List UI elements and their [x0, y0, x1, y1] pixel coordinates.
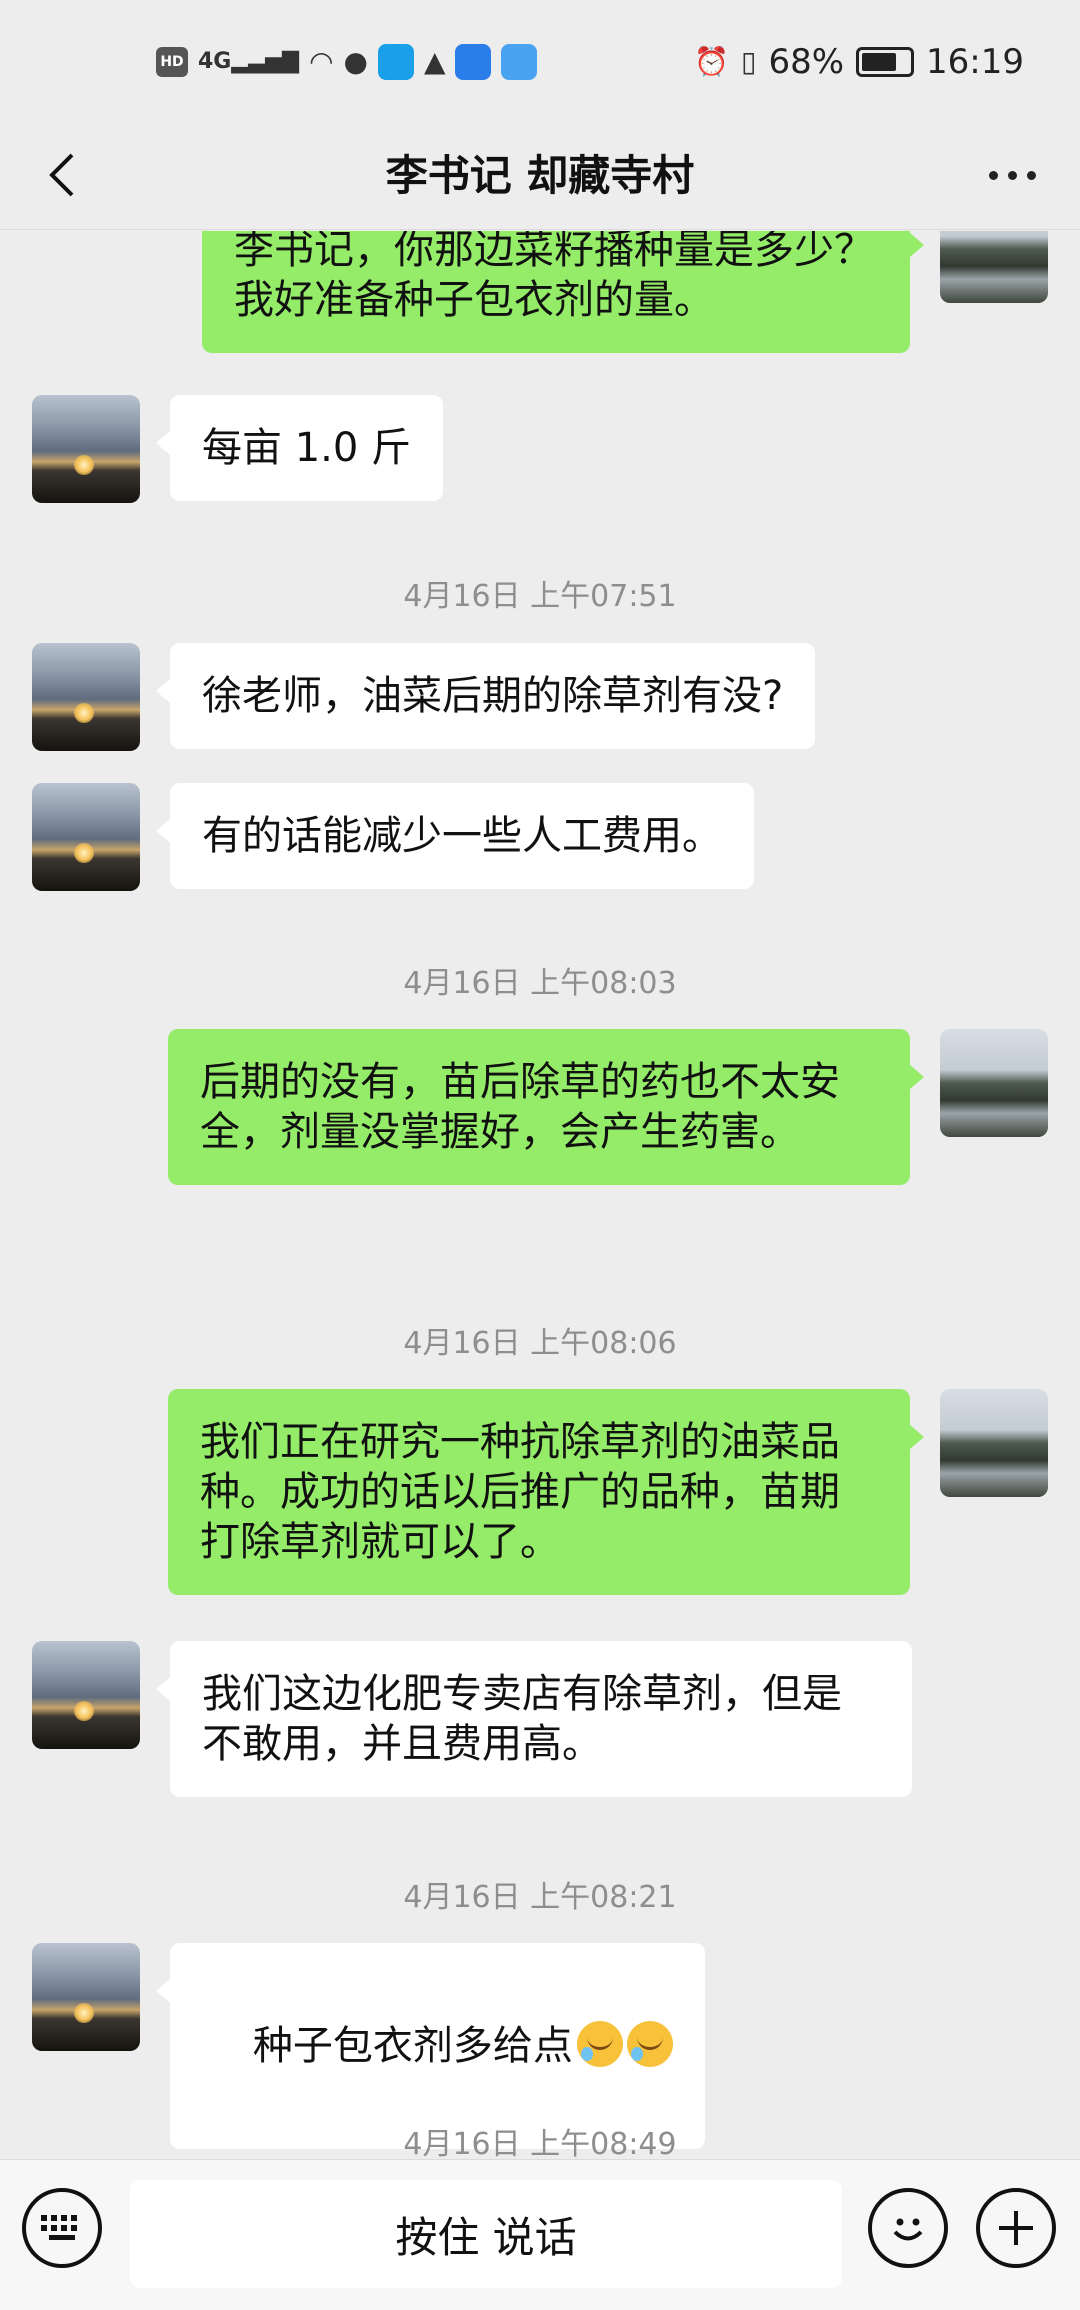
- laugh-cry-emoji-icon: [626, 2021, 673, 2067]
- qq-icon: ▲: [423, 45, 446, 78]
- keyboard-toggle-button[interactable]: [22, 2188, 102, 2268]
- timestamp: 4月16日 上午07:51: [403, 579, 677, 614]
- hold-to-talk-button[interactable]: 按住 说话: [130, 2180, 842, 2288]
- weather-app-icon: [455, 44, 492, 80]
- timestamp: 4月16日 上午08:06: [403, 1326, 677, 1361]
- battery-icon: [856, 47, 915, 77]
- vibrate-icon: ▯: [741, 45, 757, 78]
- wifi-icon: ◠: [309, 45, 334, 78]
- status-right-icons: ⏰ ▯ 68% 16:19: [694, 40, 1024, 84]
- input-bar: 按住 说话: [0, 2159, 1080, 2310]
- emoji-button[interactable]: [868, 2188, 948, 2268]
- message-list[interactable]: 李书记，你那边菜籽播种量是多少？我好准备种子包衣剂的量。 每亩 1.0 斤 4月…: [0, 231, 1080, 2159]
- message-text: 种子包衣剂多给点: [252, 2023, 573, 2069]
- alarm-icon: ⏰: [694, 45, 730, 78]
- contact-avatar[interactable]: [32, 1943, 140, 2051]
- more-options-button[interactable]: [980, 150, 1044, 200]
- keyboard-icon: [41, 2215, 77, 2240]
- cloud-app-icon: [501, 44, 538, 80]
- contact-avatar[interactable]: [32, 395, 140, 503]
- message-incoming[interactable]: 我们这边化肥专卖店有除草剂，但是不敢用，并且费用高。: [156, 1641, 912, 1797]
- message-outgoing[interactable]: 李书记，你那边菜籽播种量是多少？我好准备种子包衣剂的量。: [202, 231, 924, 353]
- search-app-icon: [377, 44, 414, 80]
- cellular-signal-icon: 4G▂▃▅▇: [198, 49, 300, 74]
- timestamp: 4月16日 上午08:21: [403, 1880, 677, 1915]
- status-left-icons: HD 4G▂▃▅▇ ◠ ● ▲: [156, 40, 538, 84]
- timestamp: 4月16日 上午08:49: [403, 2127, 677, 2159]
- contact-avatar[interactable]: [32, 783, 140, 891]
- my-avatar[interactable]: [940, 231, 1048, 303]
- timestamp: 4月16日 上午08:03: [403, 966, 677, 1001]
- clock: 16:19: [926, 42, 1024, 82]
- smiley-icon: [893, 2218, 923, 2241]
- status-bar: HD 4G▂▃▅▇ ◠ ● ▲ ⏰ ▯ 68% 16:19: [0, 0, 1080, 120]
- chat-title: 李书记 却藏寺村: [385, 151, 695, 200]
- chat-header: 李书记 却藏寺村: [0, 120, 1080, 230]
- contact-avatar[interactable]: [32, 1641, 140, 1749]
- message-outgoing[interactable]: 我们正在研究一种抗除草剂的油菜品种。成功的话以后推广的品种，苗期打除草剂就可以了…: [168, 1389, 924, 1595]
- laugh-cry-emoji-icon: [576, 2021, 623, 2067]
- contact-avatar[interactable]: [32, 643, 140, 751]
- hd-icon: HD: [156, 47, 188, 77]
- my-avatar[interactable]: [940, 1389, 1048, 1497]
- more-functions-button[interactable]: [976, 2188, 1056, 2268]
- plus-icon: [999, 2211, 1033, 2245]
- my-avatar[interactable]: [940, 1029, 1048, 1137]
- more-dots-icon: [988, 170, 998, 180]
- message-incoming[interactable]: 有的话能减少一些人工费用。: [156, 783, 754, 889]
- message-incoming[interactable]: 徐老师，油菜后期的除草剂有没?: [155, 643, 816, 749]
- chat-notification-icon: ●: [343, 45, 368, 78]
- message-outgoing[interactable]: 后期的没有，苗后除草的药也不太安全，剂量没掌握好，会产生药害。: [168, 1029, 924, 1185]
- battery-percent: 68%: [768, 42, 845, 82]
- message-incoming[interactable]: 每亩 1.0 斤: [155, 395, 444, 501]
